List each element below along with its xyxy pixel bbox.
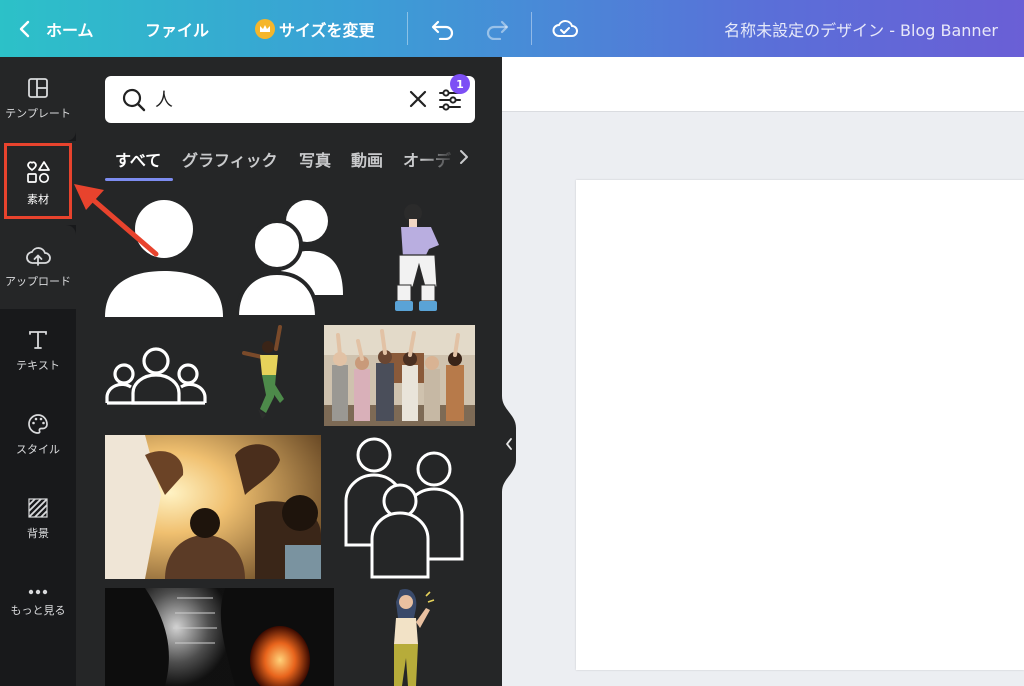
rail-item-label: アップロード <box>5 275 71 288</box>
group-outline-figures-graphic <box>344 437 464 579</box>
clear-search-icon[interactable] <box>408 89 428 109</box>
topbar-divider <box>531 12 532 45</box>
search-input[interactable] <box>155 85 395 113</box>
element-thumbnail[interactable] <box>105 435 321 579</box>
group-outline-icon-graphic <box>105 347 207 405</box>
background-pattern-icon <box>28 498 48 518</box>
redo-icon <box>486 20 509 40</box>
team-celebration-photo <box>324 325 475 426</box>
heart-hands-sunset-photo <box>105 435 321 579</box>
resize-button[interactable]: サイズを変更 <box>255 0 375 57</box>
sitting-person-illustration <box>395 204 439 311</box>
element-thumbnail[interactable] <box>105 588 334 686</box>
editor-window: ホーム ファイル サイズを変更 名称未設定のデザイン - Blog Banner… <box>0 0 1024 686</box>
rail-item-label: 背景 <box>27 527 49 540</box>
tab-videos[interactable]: 動画 <box>351 147 383 171</box>
tab-photos[interactable]: 写真 <box>299 147 331 171</box>
element-thumbnail[interactable] <box>105 345 207 405</box>
chevron-left-icon <box>19 20 30 37</box>
search-icon <box>122 88 146 112</box>
home-label: ホーム <box>46 20 94 40</box>
elements-icon <box>27 161 50 184</box>
upload-cloud-icon <box>26 247 51 266</box>
text-icon <box>29 331 47 349</box>
more-dots-icon <box>28 589 48 595</box>
undo-icon <box>431 20 454 40</box>
filter-count-badge: 1 <box>450 74 470 94</box>
tab-all[interactable]: すべて <box>115 147 161 171</box>
chevron-right-icon[interactable] <box>459 149 469 165</box>
element-thumbnail[interactable] <box>324 325 475 426</box>
design-page[interactable] <box>576 180 1024 670</box>
redo-button[interactable] <box>484 0 510 57</box>
rail-item-label: テンプレート <box>5 107 71 120</box>
topbar-divider <box>407 12 408 45</box>
panel-collapse-handle[interactable] <box>502 396 516 492</box>
canvas-toolbar <box>502 57 1024 112</box>
file-label: ファイル <box>145 20 210 40</box>
rail-item-label: スタイル <box>16 443 60 456</box>
top-bar: ホーム ファイル サイズを変更 名称未設定のデザイン - Blog Banner <box>0 0 1024 57</box>
resize-label: サイズを変更 <box>279 20 375 40</box>
woman-standing-illustration <box>394 588 435 686</box>
file-menu-button[interactable]: ファイル <box>145 0 209 57</box>
rail-item-more[interactable]: もっと見る <box>0 561 76 645</box>
tab-graphics[interactable]: グラフィック <box>182 147 278 171</box>
element-thumbnail[interactable] <box>105 199 223 317</box>
home-button[interactable]: ホーム <box>18 0 94 57</box>
person-silhouette-graphic <box>105 200 223 317</box>
side-nav-rail: テンプレート 素材 アップロード テキスト スタイル 背景 もっと見る <box>0 57 76 686</box>
template-icon <box>28 78 48 98</box>
rail-item-background[interactable]: 背景 <box>0 477 76 561</box>
xray-anatomy-photo <box>105 588 334 686</box>
rail-item-templates[interactable]: テンプレート <box>0 57 76 141</box>
element-thumbnail[interactable] <box>237 199 343 317</box>
rail-item-text[interactable]: テキスト <box>0 309 76 393</box>
palette-icon <box>28 414 48 434</box>
jumping-person-illustration <box>242 325 284 419</box>
document-title[interactable]: 名称未設定のデザイン - Blog Banner <box>724 0 998 57</box>
canvas-area <box>502 57 1024 686</box>
search-bar: 1 <box>105 74 475 123</box>
category-tabs: すべて グラフィック 写真 動画 オーデ <box>105 139 485 181</box>
rail-item-label: テキスト <box>16 359 60 372</box>
element-thumbnail[interactable] <box>340 435 464 579</box>
element-thumbnail[interactable] <box>380 588 436 686</box>
crown-icon <box>255 18 275 39</box>
rail-item-label: 素材 <box>27 193 49 206</box>
rail-item-styles[interactable]: スタイル <box>0 393 76 477</box>
chevron-left-icon <box>502 396 516 492</box>
undo-button[interactable] <box>430 0 456 57</box>
rail-item-uploads[interactable]: アップロード <box>0 225 76 309</box>
group-silhouette-graphic <box>237 200 343 317</box>
rail-item-elements[interactable]: 素材 <box>0 141 76 225</box>
elements-panel: 1 すべて グラフィック 写真 動画 オーデ <box>76 57 502 686</box>
element-thumbnail[interactable] <box>240 323 294 427</box>
cloud-save-status[interactable] <box>551 0 579 57</box>
cloud-check-icon <box>552 19 578 37</box>
rail-item-label: もっと見る <box>10 604 66 617</box>
element-thumbnail[interactable] <box>379 199 457 317</box>
active-tab-indicator <box>105 178 173 181</box>
